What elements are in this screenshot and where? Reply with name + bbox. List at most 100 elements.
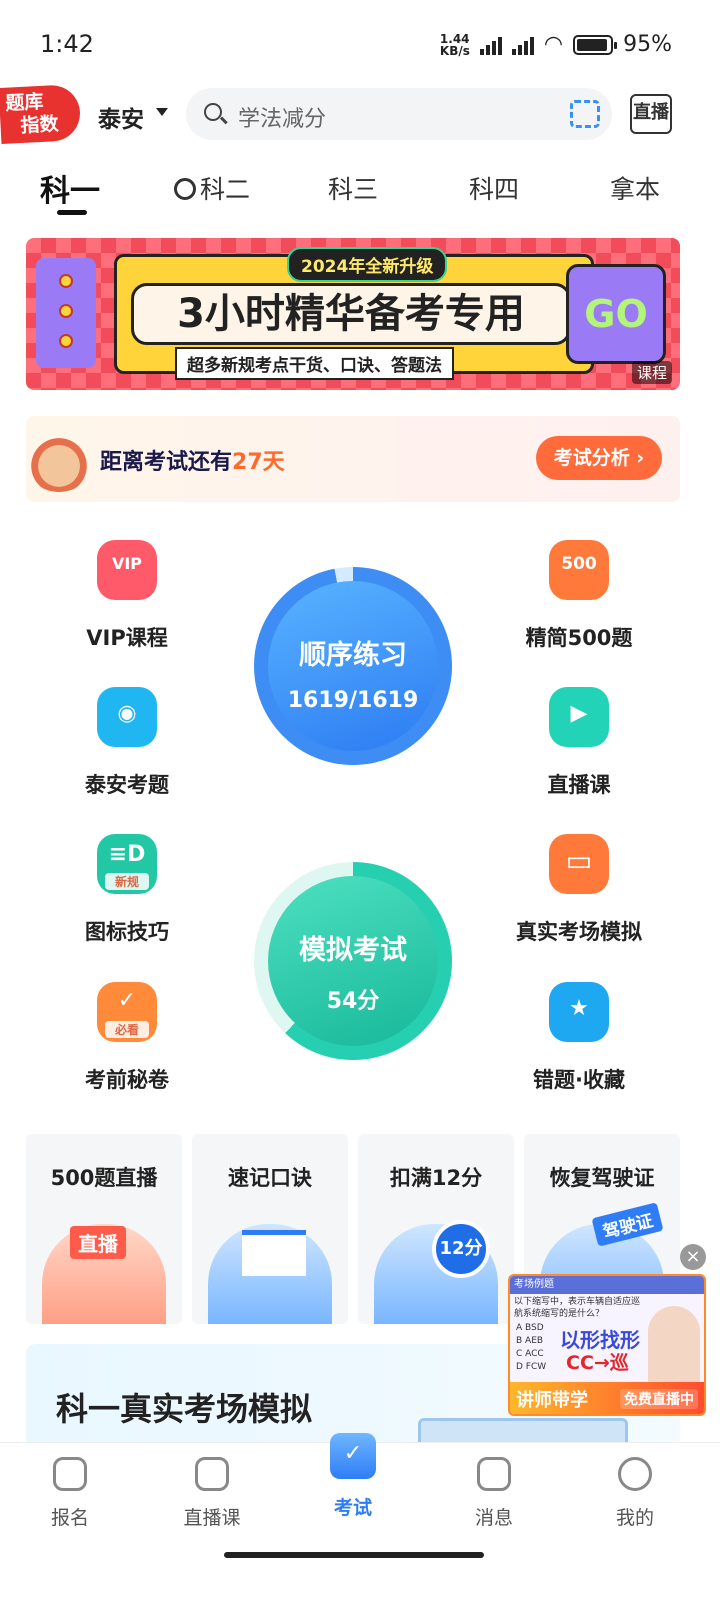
net-speed: 1.44 KB/s [439, 31, 470, 58]
feature-real-exam-sim[interactable]: ▭ 真实考场模拟 [499, 834, 659, 946]
battery-icon [573, 34, 618, 55]
logo-text-2: 指数 [20, 113, 60, 138]
practice-title: 顺序练习 [299, 640, 407, 671]
feature-label: 直播课 [547, 773, 611, 797]
promo-banner[interactable]: 2024年全新升级 3小时精华备考专用 超多新规考点干货、口诀、答题法 GO 课… [26, 238, 680, 390]
close-icon[interactable]: × [680, 1244, 706, 1270]
map-pin-icon: ◉ [97, 687, 157, 747]
ad-foot-right: 免费直播中 [620, 1389, 698, 1409]
feature-mistakes-favorites[interactable]: ★ 错题·收藏 [499, 982, 659, 1094]
signup-icon [53, 1457, 87, 1491]
home-indicator[interactable] [224, 1552, 484, 1558]
card-title: 恢复驾驶证 [549, 1166, 655, 1190]
banner-decoration [36, 258, 96, 368]
wifi-icon: ◠ [543, 32, 564, 57]
search-icon [204, 103, 222, 121]
banner-go-button: GO [566, 264, 666, 364]
simulation-title: 科一真实考场模拟 [56, 1390, 313, 1428]
nav-profile[interactable]: 我的 [575, 1457, 695, 1530]
tab-indicator [57, 210, 87, 215]
500-icon: 500 [549, 540, 609, 600]
message-icon [477, 1457, 511, 1491]
tab-subject-3[interactable]: 科三 [328, 170, 378, 206]
mock-score: 54分 [326, 989, 380, 1014]
feature-label: 泰安考题 [85, 773, 169, 797]
search-bar[interactable]: 学法减分 [186, 88, 612, 140]
scan-icon[interactable] [570, 100, 600, 128]
teacher-avatar [648, 1306, 700, 1386]
nav-label: 报名 [50, 1507, 89, 1529]
feature-500-questions[interactable]: 500 精简500题 [499, 540, 659, 652]
banner-title: 3小时精华备考专用 [131, 283, 571, 345]
points-badge: 12分 [432, 1220, 490, 1278]
question-bank-logo[interactable]: 题库 指数 [0, 83, 82, 145]
search-input[interactable]: 学法减分 [238, 101, 326, 133]
live-badge: 直播 [70, 1226, 126, 1259]
ad-question: 以下缩写中，表示车辆自适应巡航系统缩写的是什么？ [514, 1297, 641, 1319]
status-time: 1:42 [40, 30, 94, 58]
caret-down-icon[interactable] [156, 108, 168, 116]
feature-local-questions[interactable]: ◉ 泰安考题 [47, 687, 207, 799]
nav-label: 直播课 [183, 1507, 241, 1529]
secret-paper-icon: ✓ 必看 [97, 982, 157, 1042]
card-12-points[interactable]: 扣满12分 12分 [358, 1134, 514, 1324]
live-button[interactable]: 直播 [630, 94, 672, 134]
feature-vip-course[interactable]: VIP VIP课程 [47, 540, 207, 652]
nav-messages[interactable]: 消息 [434, 1457, 554, 1530]
sign-icon: ≡D 新规 [97, 834, 157, 894]
mock-exam-ring[interactable]: 模拟考试 54分 [254, 862, 452, 1060]
mock-exam-button[interactable]: 模拟考试 54分 [268, 876, 438, 1046]
floating-live-ad[interactable]: 考场例题 以下缩写中，表示车辆自适应巡航系统缩写的是什么？ A BSD B AE… [508, 1274, 706, 1416]
signal-icon [479, 35, 502, 55]
nav-live-course[interactable]: 直播课 [152, 1457, 272, 1530]
ad-cc-text: CC→巡 [566, 1352, 629, 1374]
bottom-navigation: 报名 直播课 考试 消息 我的 [0, 1433, 720, 1600]
feature-live-course[interactable]: ▶ 直播课 [499, 687, 659, 799]
document-icon [242, 1230, 306, 1276]
vip-bag-icon: VIP [97, 540, 157, 600]
city-selector[interactable]: 泰安 [98, 100, 144, 134]
card-title: 500题直播 [50, 1166, 158, 1190]
status-icons: 1.44 KB/s ◠ 95% [440, 32, 672, 57]
banner-pill: 2024年全新升级 [287, 247, 448, 282]
tab-get-license[interactable]: 拿本 [610, 170, 660, 206]
nav-label: 我的 [615, 1507, 654, 1529]
banner-tag: 课程 [631, 361, 672, 384]
feature-label: 图标技巧 [85, 920, 169, 944]
sequential-practice-ring[interactable]: 顺序练习 1619/1619 [254, 567, 452, 765]
feature-label: 精简500题 [525, 626, 633, 650]
countdown-text: 距离考试还有27天 [100, 444, 285, 476]
feature-sign-tips[interactable]: ≡D 新规 图标技巧 [47, 834, 207, 946]
sequential-practice-button[interactable]: 顺序练习 1619/1619 [268, 581, 438, 751]
signal-icon [511, 35, 534, 55]
video-icon: ▶ [549, 687, 609, 747]
exam-analysis-button[interactable]: 考试分析 › [536, 436, 662, 480]
banner-frame: 2024年全新升级 3小时精华备考专用 超多新规考点干货、口诀、答题法 [114, 247, 594, 380]
card-500-live[interactable]: 500题直播 直播 [26, 1134, 182, 1324]
ad-footer: 讲师带学 免费直播中 [510, 1382, 704, 1414]
app-header: 题库 指数 泰安 学法减分 直播 [0, 83, 720, 145]
feature-label: 考前秘卷 [85, 1068, 169, 1092]
monitor-icon: ▭ [549, 834, 609, 894]
exam-folder-icon[interactable] [330, 1433, 376, 1479]
tab-subject-2-label: 科二 [200, 175, 251, 204]
status-bar: 1:42 1.44 KB/s ◠ 95% [0, 0, 720, 90]
profile-icon [618, 1457, 652, 1491]
nav-exam[interactable]: 考试 [293, 1487, 413, 1520]
card-memory-tips[interactable]: 速记口诀 [192, 1134, 348, 1324]
feature-secret-paper[interactable]: ✓ 必看 考前秘卷 [47, 982, 207, 1094]
bookmark-star-icon: ★ [549, 982, 609, 1042]
tab-subject-2[interactable]: 科二 [174, 170, 250, 206]
tab-subject-1[interactable]: 科一 [40, 166, 100, 210]
feature-label: VIP课程 [86, 626, 168, 650]
countdown-prefix: 距离考试还有 [100, 450, 233, 475]
mock-title: 模拟考试 [299, 935, 407, 966]
ad-header: 考场例题 [510, 1276, 704, 1294]
countdown-days: 27天 [232, 450, 285, 475]
card-title: 扣满12分 [389, 1166, 483, 1190]
card-title: 速记口诀 [228, 1166, 312, 1190]
nav-signup[interactable]: 报名 [10, 1457, 130, 1530]
tv-icon [195, 1457, 229, 1491]
tab-subject-4[interactable]: 科四 [469, 170, 519, 206]
nav-label: 考试 [333, 1497, 372, 1519]
